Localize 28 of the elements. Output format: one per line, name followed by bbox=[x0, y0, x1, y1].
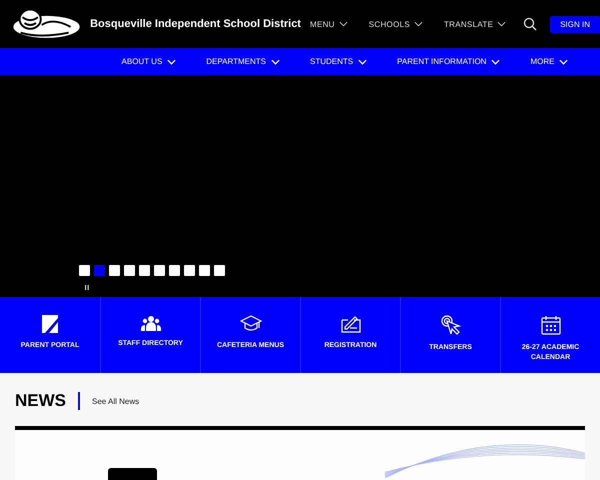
sign-in-button[interactable]: SIGN IN bbox=[550, 16, 600, 32]
nav-item[interactable]: PARENT INFORMATION bbox=[385, 57, 512, 66]
nav-item[interactable]: STUDENTS bbox=[298, 57, 380, 66]
news-heading: NEWS bbox=[15, 391, 66, 411]
chevron-down-icon bbox=[167, 58, 176, 64]
see-all-news-link[interactable]: See All News bbox=[92, 396, 140, 406]
calendar-icon bbox=[540, 315, 560, 335]
nav-item[interactable]: MORE bbox=[518, 57, 580, 66]
form-pen-icon bbox=[340, 315, 360, 333]
chevron-down-icon bbox=[338, 21, 348, 27]
people-icon bbox=[140, 315, 160, 331]
district-name[interactable]: Bosqueville Independent School District bbox=[90, 18, 301, 30]
chevron-down-icon bbox=[491, 58, 500, 64]
dropdown-menu[interactable]: TRANSLATE bbox=[440, 20, 510, 28]
nav-item[interactable]: ABOUT US bbox=[110, 57, 188, 66]
chevron-down-icon bbox=[271, 58, 280, 64]
chevron-down-icon bbox=[497, 21, 506, 27]
chevron-down-icon bbox=[414, 21, 423, 27]
chevron-down-icon bbox=[559, 58, 568, 64]
chevron-down-icon bbox=[358, 58, 368, 64]
pointer-click-icon bbox=[440, 315, 460, 335]
pause-icon[interactable] bbox=[85, 285, 89, 290]
graduation-cap-icon bbox=[240, 315, 262, 333]
nav-item[interactable]: DEPARTMENTS bbox=[194, 57, 292, 66]
dropdown-menu[interactable]: MENU bbox=[306, 20, 352, 28]
dropdown-menu[interactable]: SCHOOLS bbox=[364, 20, 427, 28]
search-icon[interactable] bbox=[523, 17, 538, 31]
portal-logo-icon bbox=[42, 315, 58, 333]
